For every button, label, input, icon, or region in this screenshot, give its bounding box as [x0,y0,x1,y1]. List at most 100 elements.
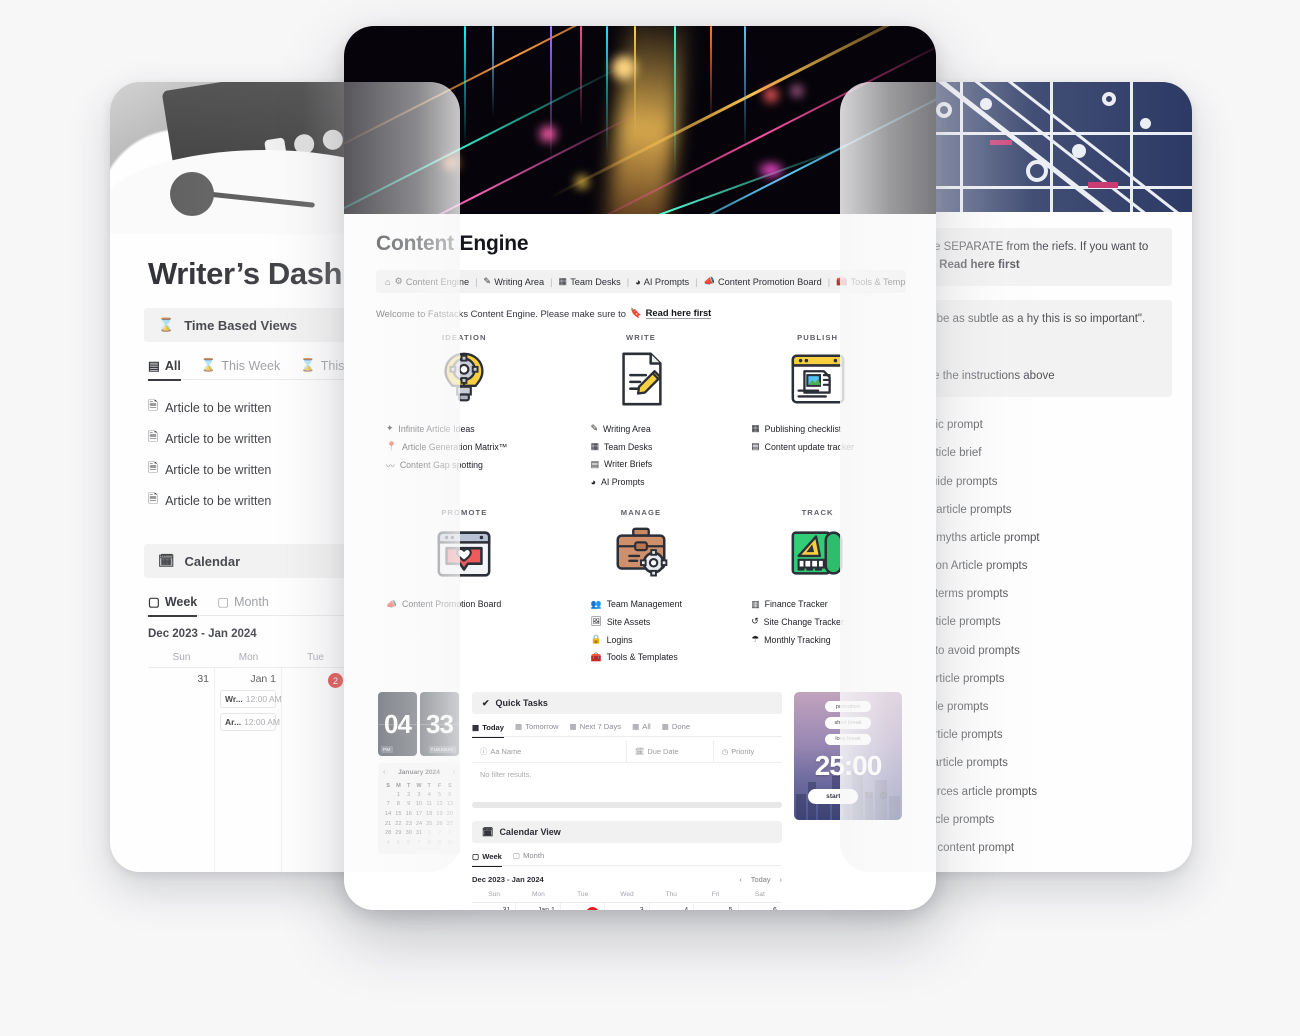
tab-tomorrow[interactable]: ▦ Tomorrow [515,722,559,731]
link-ai-prompts[interactable]: ◕ AI Prompts [591,473,730,490]
calendar-day-cell-today[interactable]: 2 [561,903,606,910]
calendar-day-cell[interactable]: Jan 1 [516,903,561,910]
next-month-button[interactable]: › [453,769,455,776]
mini-day[interactable]: 1 [424,828,434,838]
note-link[interactable]: Read here first [939,259,1020,271]
mini-day[interactable]: 7 [383,800,393,810]
calendar-day-cell-today[interactable]: 2 [282,668,349,872]
link-content-gap-spotting[interactable]: 〰 Content Gap spotting [386,456,553,476]
nav-link-content-engine[interactable]: ⚙ Content Engine [395,276,470,287]
link-content-update-tracker[interactable]: ▤ Content update tracker [751,438,906,456]
nav-link-writing-area[interactable]: ✎ Writing Area [484,276,545,287]
mini-day[interactable]: 28 [383,828,393,838]
mini-day[interactable]: 9 [434,838,444,848]
mini-day[interactable]: 16 [404,809,414,819]
calendar-tab-week[interactable]: ▢ Week [148,594,198,617]
column-name[interactable]: ⓘ Aa Name [472,741,627,763]
calendar-view-header[interactable]: 🗓 Calendar View [472,821,782,844]
mini-day[interactable]: 6 [404,838,414,848]
calendar-event[interactable]: Ar... 12:00 AM [220,713,280,731]
mini-day[interactable]: 23 [404,819,414,829]
calendar-tab-month[interactable]: ▢ Month [217,594,269,610]
mini-day[interactable]: 14 [383,809,393,819]
calendar-day-cell[interactable]: Jan 1 Wr... 12:00 AM Ar... 12:00 AM [215,668,282,872]
column-priority[interactable]: ◷ Priority [714,741,782,762]
home-icon[interactable]: ⌂ [385,277,391,287]
mini-day[interactable]: 5 [393,838,403,848]
calendar-tab-week[interactable]: ▢ Week [472,851,502,867]
prev-month-button[interactable]: ‹ [383,769,385,776]
mini-day[interactable]: 3 [414,790,424,800]
mini-day[interactable]: 21 [383,819,393,829]
calendar-day-cell[interactable]: 3 [605,903,650,910]
link-writing-area[interactable]: ✎ Writing Area [591,420,730,438]
calendar-day-cell[interactable]: 5 [694,903,739,910]
tab-today[interactable]: ▦ Today [472,722,504,738]
mini-day[interactable]: 22 [393,819,403,829]
calendar-event[interactable]: Wr... 12:00 AM [220,690,282,708]
link-team-desks[interactable]: ▦ Team Desks [591,438,730,456]
mini-day[interactable]: 19 [434,809,444,819]
nav-link-team-desks[interactable]: ▦ Team Desks [559,276,621,287]
mini-day[interactable]: 26 [434,819,444,829]
calendar-tab-month[interactable]: ▢ Month [513,851,544,860]
mini-day[interactable]: 10 [445,838,455,848]
link-publishing-checklist[interactable]: ▦ Publishing checklist [751,420,906,438]
mini-day[interactable]: 30 [404,828,414,838]
mini-day[interactable]: 8 [393,800,403,810]
nav-link-ai-prompts[interactable]: ◕ AI Prompts [635,277,689,287]
mini-day[interactable]: 27 [445,819,455,829]
mini-day[interactable]: 4 [383,838,393,848]
link-finance-tracker[interactable]: ▥ Finance Tracker [751,595,906,613]
mini-day[interactable]: 18 [424,809,434,819]
start-button[interactable]: start [808,788,859,804]
mini-day[interactable]: 25 [424,819,434,829]
mini-day[interactable]: 1 [393,790,403,800]
column-due-date[interactable]: 🗓 Due Date [627,741,714,763]
mini-day[interactable]: 15 [393,809,403,819]
link-writer-briefs[interactable]: ▤ Writer Briefs [591,456,730,474]
mode-long-break-button[interactable]: long break [825,733,871,745]
tab-all[interactable]: ▦ All [632,722,651,731]
next-week-button[interactable]: › [780,875,782,884]
mini-day[interactable]: 10 [414,800,424,810]
link-infinite-article-ideas[interactable]: ✦ Infinite Article Ideas [386,420,553,438]
link-article-generation-matrix[interactable]: 📍 Article Generation Matrix™ [386,438,553,456]
read-here-first-link[interactable]: Read here first [645,307,712,319]
mini-day[interactable]: 8 [424,838,434,848]
mini-day[interactable]: 24 [414,819,424,829]
tab-all[interactable]: ▤ All [148,358,181,381]
link-monthly-tracking[interactable]: ☂ Monthly Tracking [751,631,906,649]
mini-day[interactable]: 5 [434,790,444,800]
mini-day[interactable]: 17 [414,809,424,819]
mini-day[interactable]: 2 [434,828,444,838]
mode-short-break-button[interactable]: short break [824,717,872,729]
mini-day[interactable]: 7 [414,838,424,848]
today-button[interactable]: Today [751,875,771,884]
link-team-management[interactable]: 👥 Team Management [591,595,730,613]
mini-day[interactable]: 12 [434,800,444,810]
nav-link-tools-templates[interactable]: 🧰Tools & Templates [836,276,906,287]
link-content-promotion-board[interactable]: 📣 Content Promotion Board [386,595,553,613]
tab-done[interactable]: ▦ Done [662,722,690,731]
calendar-day-cell[interactable]: 6 [739,903,782,910]
link-site-change-tracker[interactable]: ↺ Site Change Tracker [751,613,906,631]
calendar-day-cell[interactable]: 31 [148,668,215,872]
mini-day[interactable]: 3 [445,828,455,838]
horizontal-scrollbar[interactable] [472,802,782,809]
link-site-assets[interactable]: 🖼 Site Assets [591,613,730,631]
mini-day[interactable]: 2 [404,790,414,800]
prev-week-button[interactable]: ‹ [739,875,741,884]
mini-day[interactable]: 29 [393,828,403,838]
mini-day[interactable] [383,790,393,800]
mini-day[interactable]: 31 [414,828,424,838]
mini-day[interactable]: 9 [404,800,414,810]
nav-link-content-promotion-board[interactable]: 📣 Content Promotion Board [704,276,822,287]
mini-day[interactable]: 4 [424,790,434,800]
mini-day[interactable]: 13 [445,800,455,810]
tab-this-week[interactable]: ⌛ This Week [201,358,280,373]
mini-day[interactable]: 20 [445,809,455,819]
mode-pomodoro-button[interactable]: pomodoro [825,701,871,713]
mini-day[interactable]: 11 [424,800,434,810]
refresh-icon[interactable]: ↻ [864,791,872,802]
